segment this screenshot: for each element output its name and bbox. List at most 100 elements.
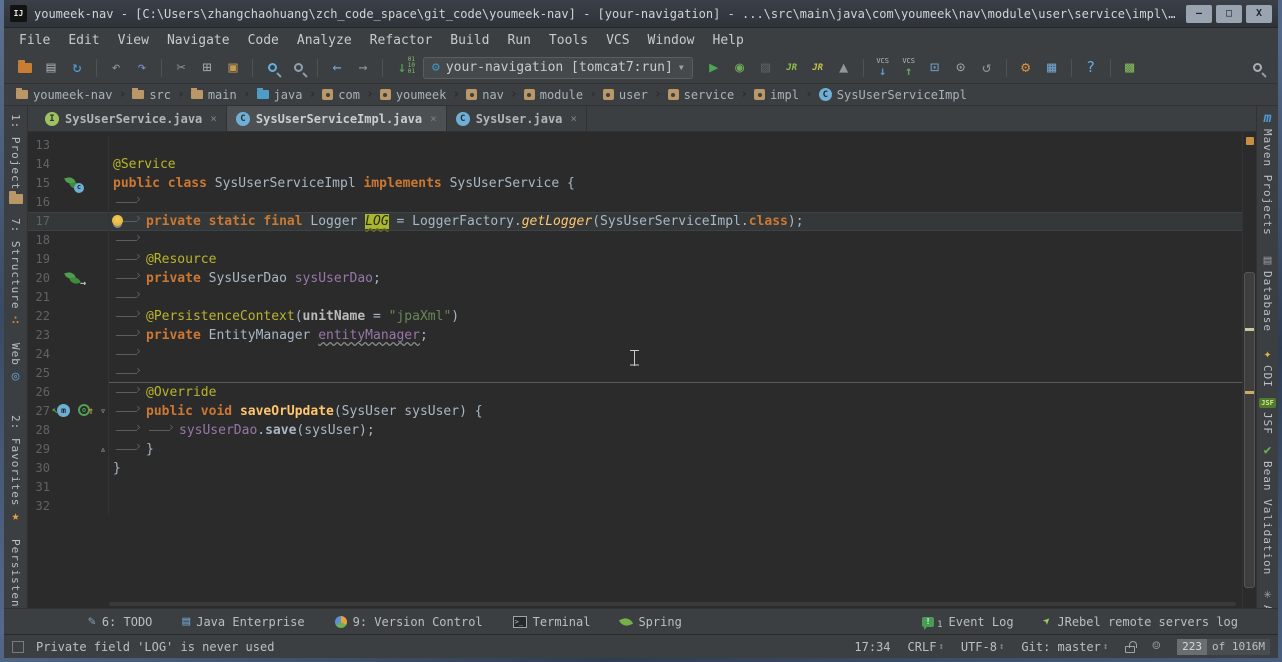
- toggle-margin-icon[interactable]: [12, 641, 24, 653]
- tool-window-button-jrebel-remote-servers-log[interactable]: ➤JRebel remote servers log: [1044, 614, 1238, 629]
- undo-icon[interactable]: ↶: [103, 56, 129, 80]
- tool-window-button-1-project[interactable]: 1: Project: [9, 114, 23, 204]
- close-button[interactable]: X: [1246, 5, 1272, 23]
- minimize-button[interactable]: —: [1186, 5, 1212, 23]
- breadcrumb-item-service[interactable]: service: [664, 88, 739, 102]
- tool-window-button-cdi[interactable]: ✦CDI: [1261, 348, 1274, 388]
- code-text[interactable]: }: [109, 459, 121, 478]
- tool-window-button-maven-projects[interactable]: mMaven Projects: [1261, 112, 1274, 236]
- code-text[interactable]: [109, 193, 146, 212]
- jrebel-config-icon[interactable]: ▩: [1117, 56, 1143, 80]
- jrebel-run-icon[interactable]: JR: [779, 56, 805, 80]
- help-icon[interactable]: ?: [1078, 56, 1104, 80]
- breadcrumb-item-module[interactable]: module: [520, 88, 587, 102]
- inspection-profile-icon[interactable]: ☺: [1152, 639, 1160, 654]
- tool-window-button-java-enterprise[interactable]: ▤Java Enterprise: [182, 615, 304, 629]
- fold-end-icon[interactable]: ▵: [100, 440, 106, 459]
- tool-window-button-spring[interactable]: Spring: [620, 615, 681, 629]
- menu-run[interactable]: Run: [498, 31, 539, 50]
- intention-bulb-icon[interactable]: [112, 215, 123, 226]
- code-text[interactable]: [109, 478, 113, 497]
- run-with-coverage-icon[interactable]: ▨: [753, 56, 779, 80]
- menu-file[interactable]: File: [10, 31, 59, 50]
- tool-window-button-jsf[interactable]: JSFJSF: [1259, 398, 1276, 435]
- tool-window-button-terminal[interactable]: >_Terminal: [513, 615, 591, 629]
- breadcrumb-item-sysuserserviceimpl[interactable]: CSysUserServiceImpl: [815, 88, 971, 102]
- jrebel-remote-run-icon[interactable]: ▲: [831, 56, 857, 80]
- breadcrumb-item-impl[interactable]: impl: [750, 88, 803, 102]
- cut-icon[interactable]: ✂: [168, 56, 194, 80]
- tab-sysuserservice-java[interactable]: ISysUserService.java×: [36, 106, 227, 131]
- overriding-method-icon[interactable]: m: [57, 404, 70, 417]
- tool-window-button-database[interactable]: ▤Database: [1261, 254, 1274, 332]
- code-text[interactable]: @Resource: [109, 250, 216, 269]
- navigate-back-icon[interactable]: ←: [324, 56, 350, 80]
- code-text[interactable]: @Service: [109, 155, 176, 174]
- spring-bean-icon[interactable]: c: [65, 177, 83, 191]
- menu-tools[interactable]: Tools: [540, 31, 597, 50]
- code-text[interactable]: @PersistenceContext(unitName = "jpaXml"): [109, 307, 459, 326]
- tool-window-button-2-favorites[interactable]: 2: Favorites★: [9, 415, 22, 523]
- breadcrumb-item-java[interactable]: java: [253, 88, 307, 102]
- tab-sysuser-java[interactable]: CSysUser.java×: [447, 106, 587, 131]
- breadcrumb-item-main[interactable]: main: [187, 88, 241, 102]
- menu-edit[interactable]: Edit: [59, 31, 108, 50]
- breadcrumb-item-nav[interactable]: nav: [462, 88, 508, 102]
- tab-sysuserserviceimpl-java[interactable]: CSysUserServiceImpl.java×: [227, 106, 447, 131]
- code-text[interactable]: sysUserDao.save(sysUser);: [109, 421, 375, 440]
- breadcrumb-item-youmeek-nav[interactable]: youmeek-nav: [12, 88, 116, 102]
- override-marker-icon[interactable]: o: [78, 404, 90, 416]
- vcs-shelve-icon[interactable]: ⊡: [922, 56, 948, 80]
- code-text[interactable]: public class SysUserServiceImpl implemen…: [109, 174, 575, 193]
- breadcrumb-item-youmeek[interactable]: youmeek: [376, 88, 451, 102]
- code-text[interactable]: [109, 288, 146, 307]
- copy-icon[interactable]: ⊞: [194, 56, 220, 80]
- menu-view[interactable]: View: [109, 31, 158, 50]
- run-icon[interactable]: ▶: [701, 56, 727, 80]
- replace-icon[interactable]: [285, 56, 311, 80]
- run-configuration-select[interactable]: ⚙your-navigation [tomcat7:run]▼: [423, 57, 693, 79]
- menu-vcs[interactable]: VCS: [597, 31, 638, 50]
- spring-autowired-icon[interactable]: →: [65, 272, 83, 286]
- search-everywhere-icon[interactable]: [1244, 56, 1270, 80]
- code-text[interactable]: [109, 136, 113, 155]
- menu-window[interactable]: Window: [639, 31, 704, 50]
- tool-window-button-9-version-control[interactable]: 9: Version Control: [335, 615, 483, 629]
- lock-icon[interactable]: [1125, 641, 1135, 653]
- encoding-selector[interactable]: UTF-8↕: [961, 640, 1005, 654]
- menu-code[interactable]: Code: [239, 31, 288, 50]
- breadcrumb-item-user[interactable]: user: [599, 88, 652, 102]
- vcs-update-icon[interactable]: VCS↓: [870, 56, 896, 80]
- code-text[interactable]: [109, 345, 146, 364]
- code-text[interactable]: [109, 231, 146, 250]
- menu-analyze[interactable]: Analyze: [288, 31, 361, 50]
- menu-help[interactable]: Help: [704, 31, 753, 50]
- redo-icon[interactable]: ↷: [129, 56, 155, 80]
- tool-window-button-web[interactable]: Web◎: [9, 343, 22, 383]
- vertical-scrollbar-thumb[interactable]: [1244, 272, 1255, 588]
- jrebel-debug-icon[interactable]: JR: [805, 56, 831, 80]
- menu-navigate[interactable]: Navigate: [158, 31, 239, 50]
- tool-window-button-bean-validation[interactable]: ✔Bean Validation: [1261, 444, 1274, 575]
- fold-start-icon[interactable]: ▿: [100, 402, 106, 421]
- close-icon[interactable]: ×: [570, 112, 577, 125]
- navigate-forward-icon[interactable]: →: [350, 56, 376, 80]
- project-structure-icon[interactable]: ▦: [1039, 56, 1065, 80]
- tool-window-button-6-todo[interactable]: ✎6: TODO: [88, 615, 152, 629]
- tool-window-button-event-log[interactable]: !1Event Log: [922, 614, 1013, 630]
- code-text[interactable]: @Override: [109, 383, 216, 402]
- menu-build[interactable]: Build: [441, 31, 498, 50]
- open-folder-icon[interactable]: [12, 56, 38, 80]
- find-icon[interactable]: [259, 56, 285, 80]
- code-text[interactable]: private static final Logger LOG = Logger…: [109, 212, 804, 231]
- horizontal-scrollbar[interactable]: [109, 602, 1236, 606]
- memory-indicator[interactable]: 223 of 1016M: [1177, 639, 1270, 655]
- line-numbers-icon[interactable]: ↓01 10 01: [389, 56, 415, 80]
- paste-icon[interactable]: ▣: [220, 56, 246, 80]
- menu-refactor[interactable]: Refactor: [361, 31, 442, 50]
- inspection-status-indicator[interactable]: [1246, 137, 1254, 145]
- error-stripe[interactable]: [1242, 132, 1256, 608]
- close-icon[interactable]: ×: [210, 112, 217, 125]
- synchronize-icon[interactable]: ↻: [64, 56, 90, 80]
- debug-icon[interactable]: ◉: [727, 56, 753, 80]
